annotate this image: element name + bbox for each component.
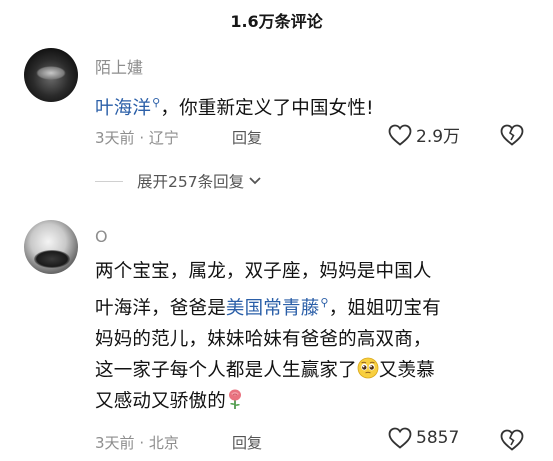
comment-line: 妈妈的范儿，妹妹哈妹有爸爸的高双商， — [95, 329, 432, 350]
comment-text-segment: 叶海洋，爸爸是 — [95, 298, 226, 319]
comment-time: 3天前 — [95, 129, 135, 147]
comment-text: 叶海洋⚲，你重新定义了中国女性! — [95, 87, 374, 124]
comment-text: 两个宝宝，属龙，双子座，妈妈是中国人 叶海洋，爸爸是美国常青藤⚲，姐姐叨宝有 妈… — [95, 256, 441, 417]
comment-line: 两个宝宝，属龙，双子座，妈妈是中国人 — [95, 261, 432, 282]
dislike-button[interactable] — [500, 124, 524, 150]
like-button[interactable]: 2.9万 — [388, 122, 460, 147]
chevron-down-icon — [249, 177, 261, 185]
heart-icon — [388, 427, 412, 449]
comment-meta: 3天前 · 辽宁 — [95, 129, 179, 147]
comment-text-segment: ，姐姐叨宝有 — [328, 298, 441, 319]
broken-heart-icon — [500, 124, 524, 146]
like-count: 5857 — [416, 428, 460, 448]
reply-button[interactable]: 回复 — [232, 127, 262, 148]
dislike-button[interactable] — [500, 429, 524, 455]
like-button[interactable]: 5857 — [388, 427, 459, 449]
comment-line: 又感动又骄傲的 — [95, 386, 441, 417]
pleading-face-emoji — [357, 357, 379, 379]
comment-text-segment: 又感动又骄傲的 — [95, 391, 226, 412]
mention-link[interactable]: 叶海洋⚲ — [95, 96, 160, 119]
avatar[interactable] — [24, 48, 78, 102]
comment-location: 辽宁 — [148, 129, 179, 147]
expand-replies-label: 展开257条回复 — [137, 173, 245, 191]
comment-text-body: ，你重新定义了中国女性! — [160, 98, 374, 119]
hashtag-link[interactable]: 美国常青藤⚲ — [226, 296, 329, 319]
comment-username[interactable]: O — [95, 227, 108, 246]
comment-username[interactable]: 陌上嫿 — [95, 54, 143, 78]
comment-text-segment: 这一家子每个人都是人生赢家了 — [95, 360, 357, 381]
comment-meta: 3天前 · 北京 — [95, 434, 179, 452]
rose-emoji — [228, 389, 241, 409]
avatar[interactable] — [24, 220, 78, 274]
comments-count-title: 1.6万条评论 — [230, 12, 323, 31]
comment-location: 北京 — [148, 434, 179, 452]
comment-line: 叶海洋，爸爸是美国常青藤⚲，姐姐叨宝有 — [95, 287, 441, 324]
divider — [95, 180, 123, 182]
heart-icon — [388, 124, 412, 146]
comment-text-segment: 又羡慕 — [378, 360, 435, 381]
like-count: 2.9万 — [416, 127, 461, 147]
comment-line: 这一家子每个人都是人生赢家了 又羡慕 — [95, 355, 441, 386]
broken-heart-icon — [500, 429, 524, 451]
expand-replies-button[interactable]: 展开257条回复 — [95, 170, 262, 192]
reply-button[interactable]: 回复 — [232, 432, 262, 453]
comment-time: 3天前 — [95, 434, 135, 452]
search-icon: ⚲ — [320, 296, 329, 309]
